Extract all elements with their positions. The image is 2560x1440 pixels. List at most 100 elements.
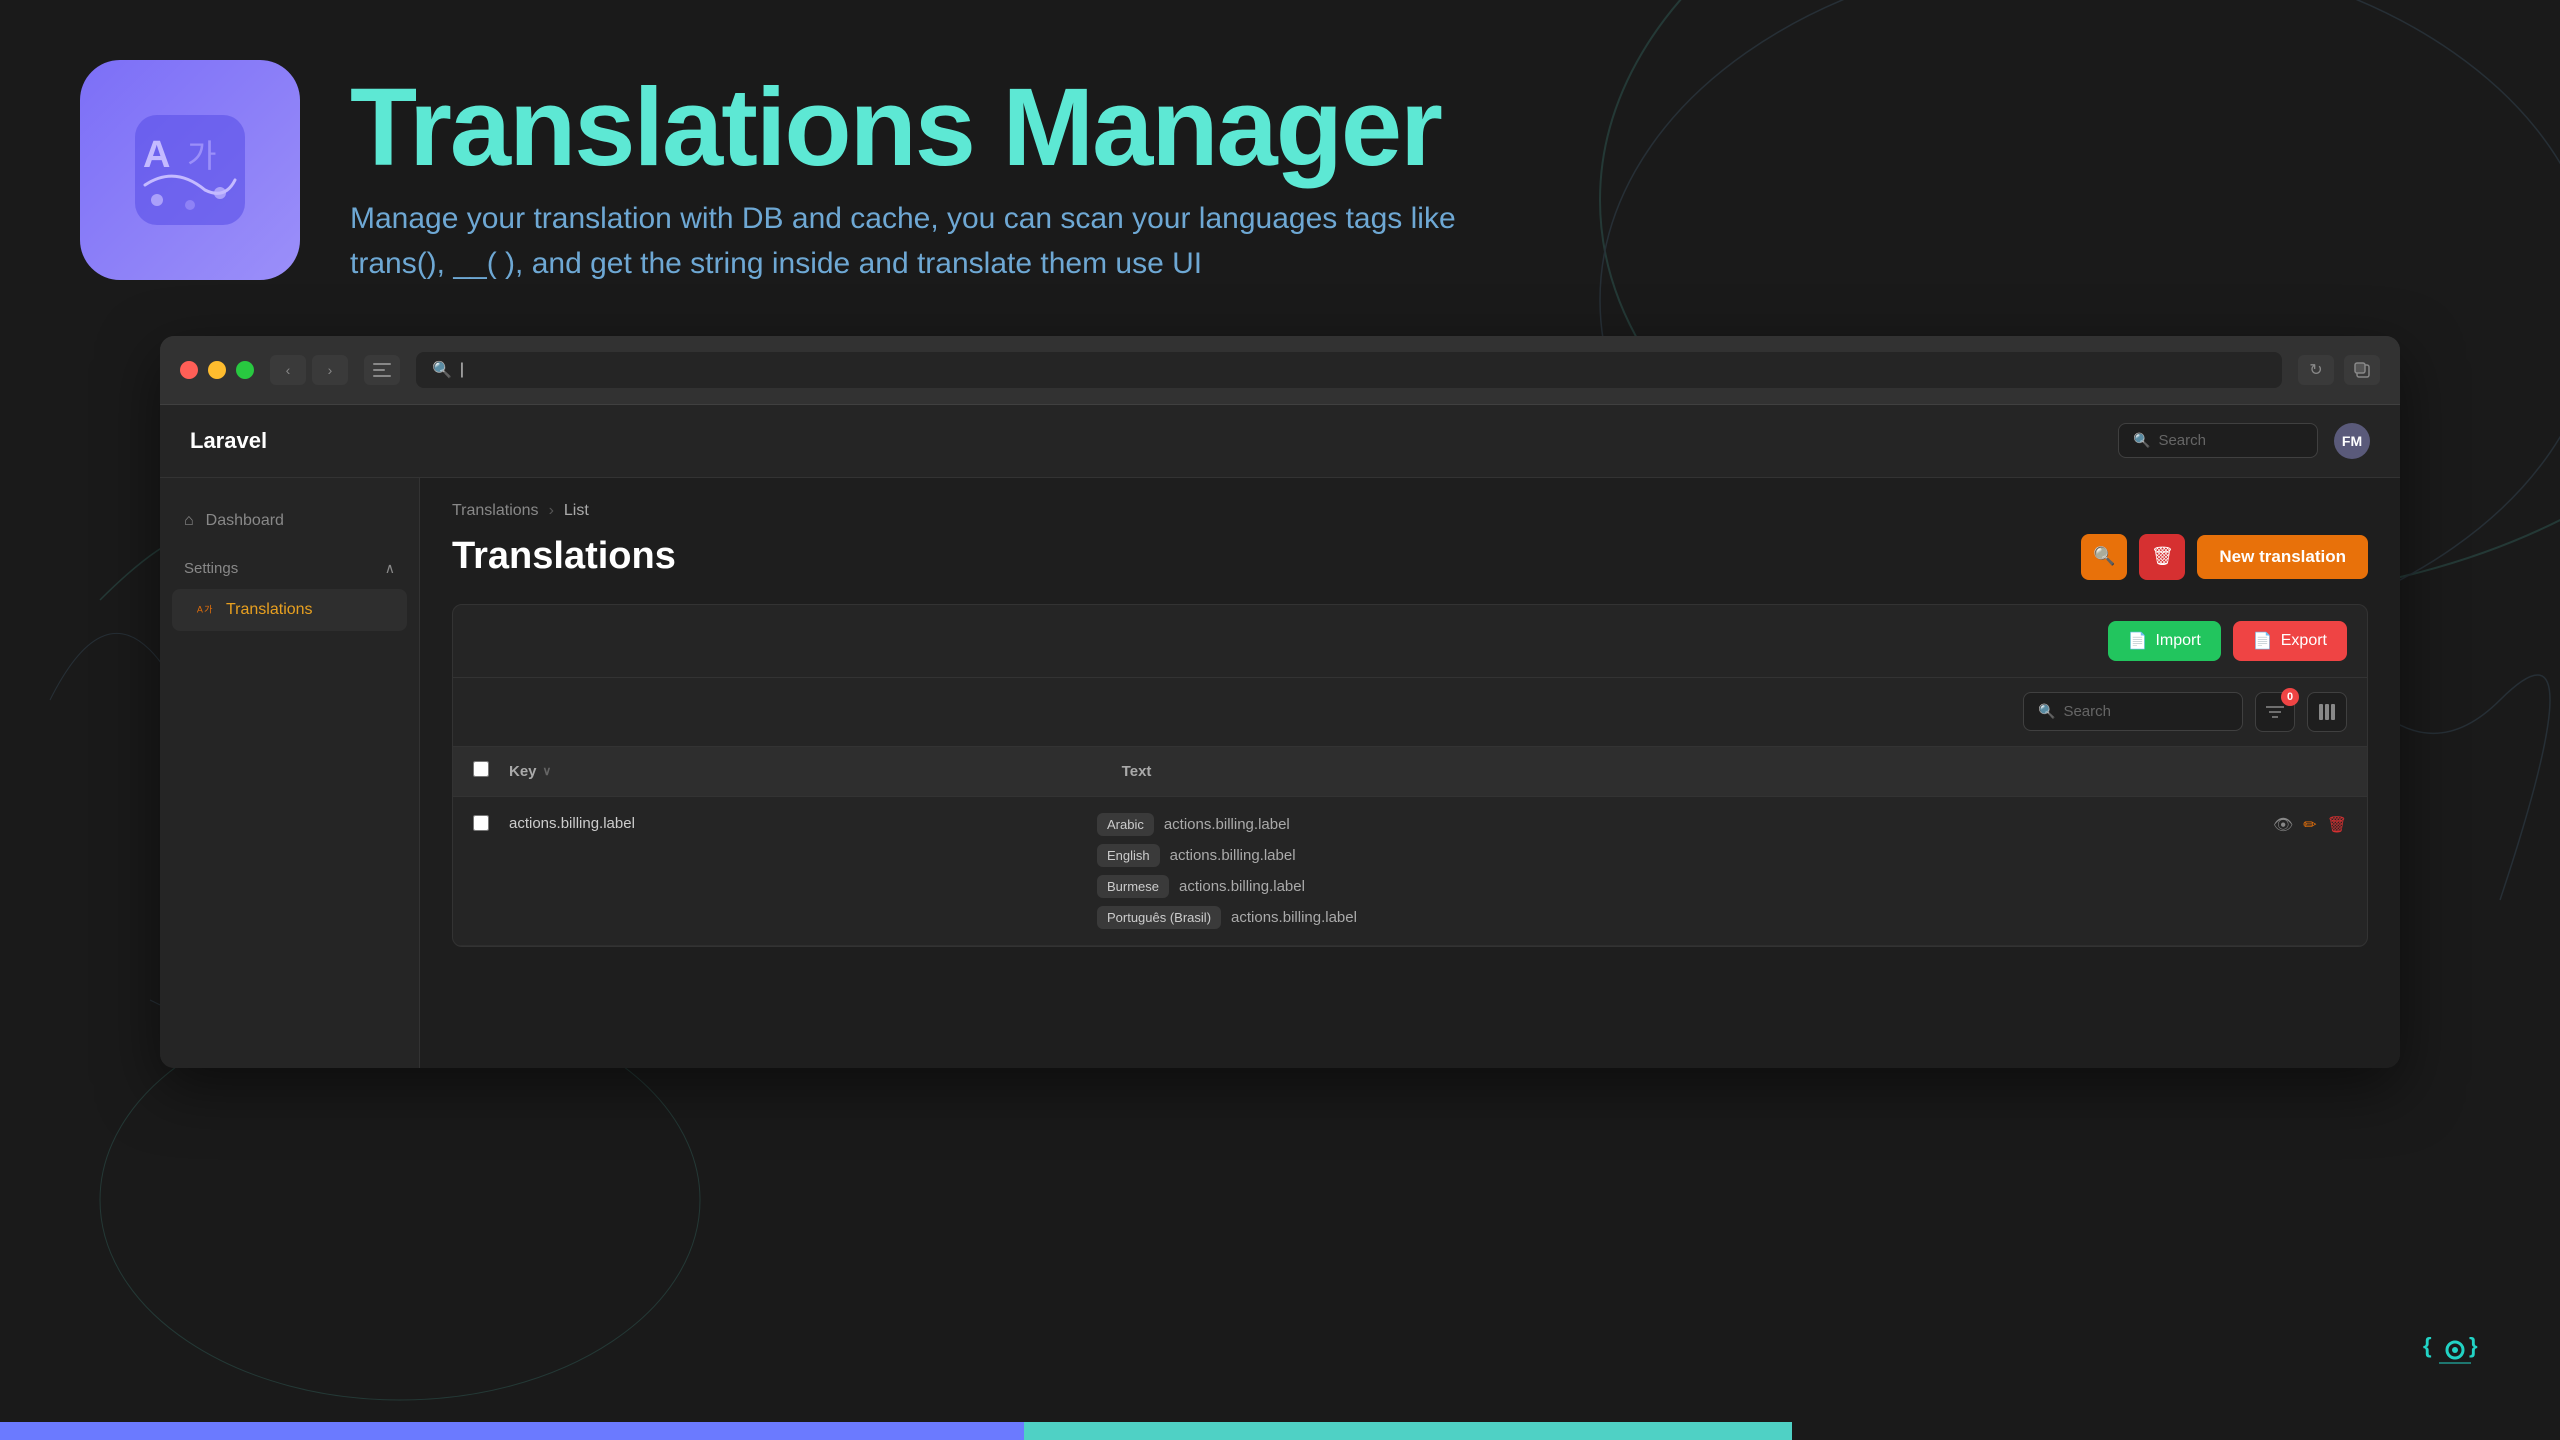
export-file-icon: 📄 [2253,631,2273,651]
sidebar-item-translations[interactable]: A 가 Translations [172,589,407,631]
bottom-bar-right [1792,1422,2560,1440]
translation-value-english: actions.billing.label [1170,847,1296,864]
row-checkbox[interactable] [473,815,489,831]
columns-button[interactable] [2307,692,2347,732]
sidebar-translations-label: Translations [226,601,313,619]
bottom-right-widget: { } [2410,1310,2500,1400]
sort-icon[interactable]: ∨ [543,764,552,778]
minimize-button[interactable] [208,361,226,379]
sidebar-item-dashboard[interactable]: ⌂ Dashboard [160,498,419,544]
svg-text:가: 가 [204,604,212,614]
lang-badge-pt-brasil: Português (Brasil) [1097,906,1221,929]
view-row-button[interactable]: 👁 [2273,815,2293,835]
lang-badge-burmese: Burmese [1097,875,1169,898]
breadcrumb-separator: › [549,502,554,520]
select-all-checkbox[interactable] [473,761,489,777]
search-icon: 🔍 [432,360,452,380]
td-key: actions.billing.label [509,813,1097,832]
main-content: ⌂ Dashboard Settings ∧ A 가 Translations [160,478,2400,1068]
back-button[interactable]: ‹ [270,355,306,385]
lang-badge-english: English [1097,844,1160,867]
data-table: Key ∨ Text actions.billing.label [453,747,2367,946]
edit-row-button[interactable]: ✏ [2303,815,2316,835]
bottom-bar-mid [1024,1422,1792,1440]
translation-value-pt-brasil: actions.billing.label [1231,909,1357,926]
svg-text:}: } [2469,1333,2478,1358]
sidebar-toggle-button[interactable] [364,355,400,385]
translation-entry-pt-brasil: Português (Brasil) actions.billing.label [1097,906,2273,929]
hero-section: A 가 Translations Manager Manage your tra… [0,0,2560,336]
translation-entry-burmese: Burmese actions.billing.label [1097,875,2273,898]
address-bar[interactable]: 🔍 | [416,352,2282,388]
import-button[interactable]: 📄 Import [2108,621,2221,661]
search-icon: 🔍 [2133,432,2150,449]
sidebar-dashboard-label: Dashboard [206,512,284,530]
table-search-input[interactable]: 🔍 Search [2023,692,2243,731]
import-file-icon: 📄 [2128,631,2148,651]
refresh-icon: ↻ [2309,360,2322,380]
svg-text:{: { [2423,1333,2432,1358]
copy-button[interactable] [2344,355,2380,385]
traffic-lights [180,361,254,379]
th-checkbox [473,761,509,782]
breadcrumb: Translations › List [452,502,2368,520]
app-layout: Laravel 🔍 Search FM ⌂ Dashboard Settings [160,405,2400,1068]
refresh-button[interactable]: ↻ [2298,355,2334,385]
search-icon: 🔍 [2038,703,2055,720]
th-text: Text [1122,763,2347,780]
forward-button[interactable]: › [312,355,348,385]
hero-text: Translations Manager Manage your transla… [350,60,1550,286]
table-filters: 🔍 Search 0 [453,678,2367,747]
new-translation-button[interactable]: New translation [2197,535,2368,579]
col-key-label: Key [509,763,537,780]
filter-button[interactable]: 0 [2255,692,2295,732]
chevron-forward-icon: › [328,362,333,378]
translation-value-burmese: actions.billing.label [1179,878,1305,895]
breadcrumb-current: List [564,502,589,520]
maximize-button[interactable] [236,361,254,379]
export-button[interactable]: 📄 Export [2233,621,2347,661]
breadcrumb-parent: Translations [452,502,539,520]
svg-text:A: A [197,604,203,614]
browser-actions: ↻ [2298,355,2380,385]
trash-icon: 🗑 [2151,546,2174,567]
table-header: Key ∨ Text [453,747,2367,797]
th-key: Key ∨ [509,763,1122,780]
hero-title: Translations Manager [350,70,1550,186]
delete-action-button[interactable]: 🗑 [2139,534,2185,580]
settings-label: Settings [184,560,238,577]
svg-text:가: 가 [187,138,216,174]
export-label: Export [2281,632,2327,650]
table-container: 📄 Import 📄 Export 🔍 Search [452,604,2368,947]
page-title: Translations [452,535,676,578]
table-toolbar: 📄 Import 📄 Export [453,605,2367,678]
filter-badge: 0 [2281,688,2299,706]
header-search-input[interactable]: 🔍 Search [2118,423,2318,458]
td-checkbox [473,813,509,836]
chevron-back-icon: ‹ [286,362,291,378]
home-icon: ⌂ [184,512,194,530]
page-content: Translations › List Translations 🔍 🗑 [420,478,2400,1068]
lang-badge-arabic: Arabic [1097,813,1154,836]
address-cursor: | [460,361,464,379]
app-icon: A 가 [80,60,300,280]
close-button[interactable] [180,361,198,379]
browser-toolbar: ‹ › 🔍 | ↻ [160,336,2400,405]
translation-entry-english: English actions.billing.label [1097,844,2273,867]
page-actions: 🔍 🗑 New translation [2081,534,2368,580]
table-search-placeholder: Search [2063,703,2111,720]
sidebar-section-settings: Settings ∧ [160,544,419,585]
row-actions: 👁 ✏ 🗑 [2273,813,2347,835]
browser-window: ‹ › 🔍 | ↻ [160,336,2400,1068]
app-header-right: 🔍 Search FM [2118,423,2370,459]
delete-row-button[interactable]: 🗑 [2327,815,2347,835]
search-action-button[interactable]: 🔍 [2081,534,2127,580]
user-avatar[interactable]: FM [2334,423,2370,459]
td-text: Arabic actions.billing.label English act… [1097,813,2273,929]
app-name: Laravel [190,428,267,454]
page-title-row: Translations 🔍 🗑 New translation [452,534,2368,580]
sidebar: ⌂ Dashboard Settings ∧ A 가 Translations [160,478,420,1068]
app-header: Laravel 🔍 Search FM [160,405,2400,478]
bottom-bar [0,1422,2560,1440]
nav-buttons: ‹ › [270,355,348,385]
